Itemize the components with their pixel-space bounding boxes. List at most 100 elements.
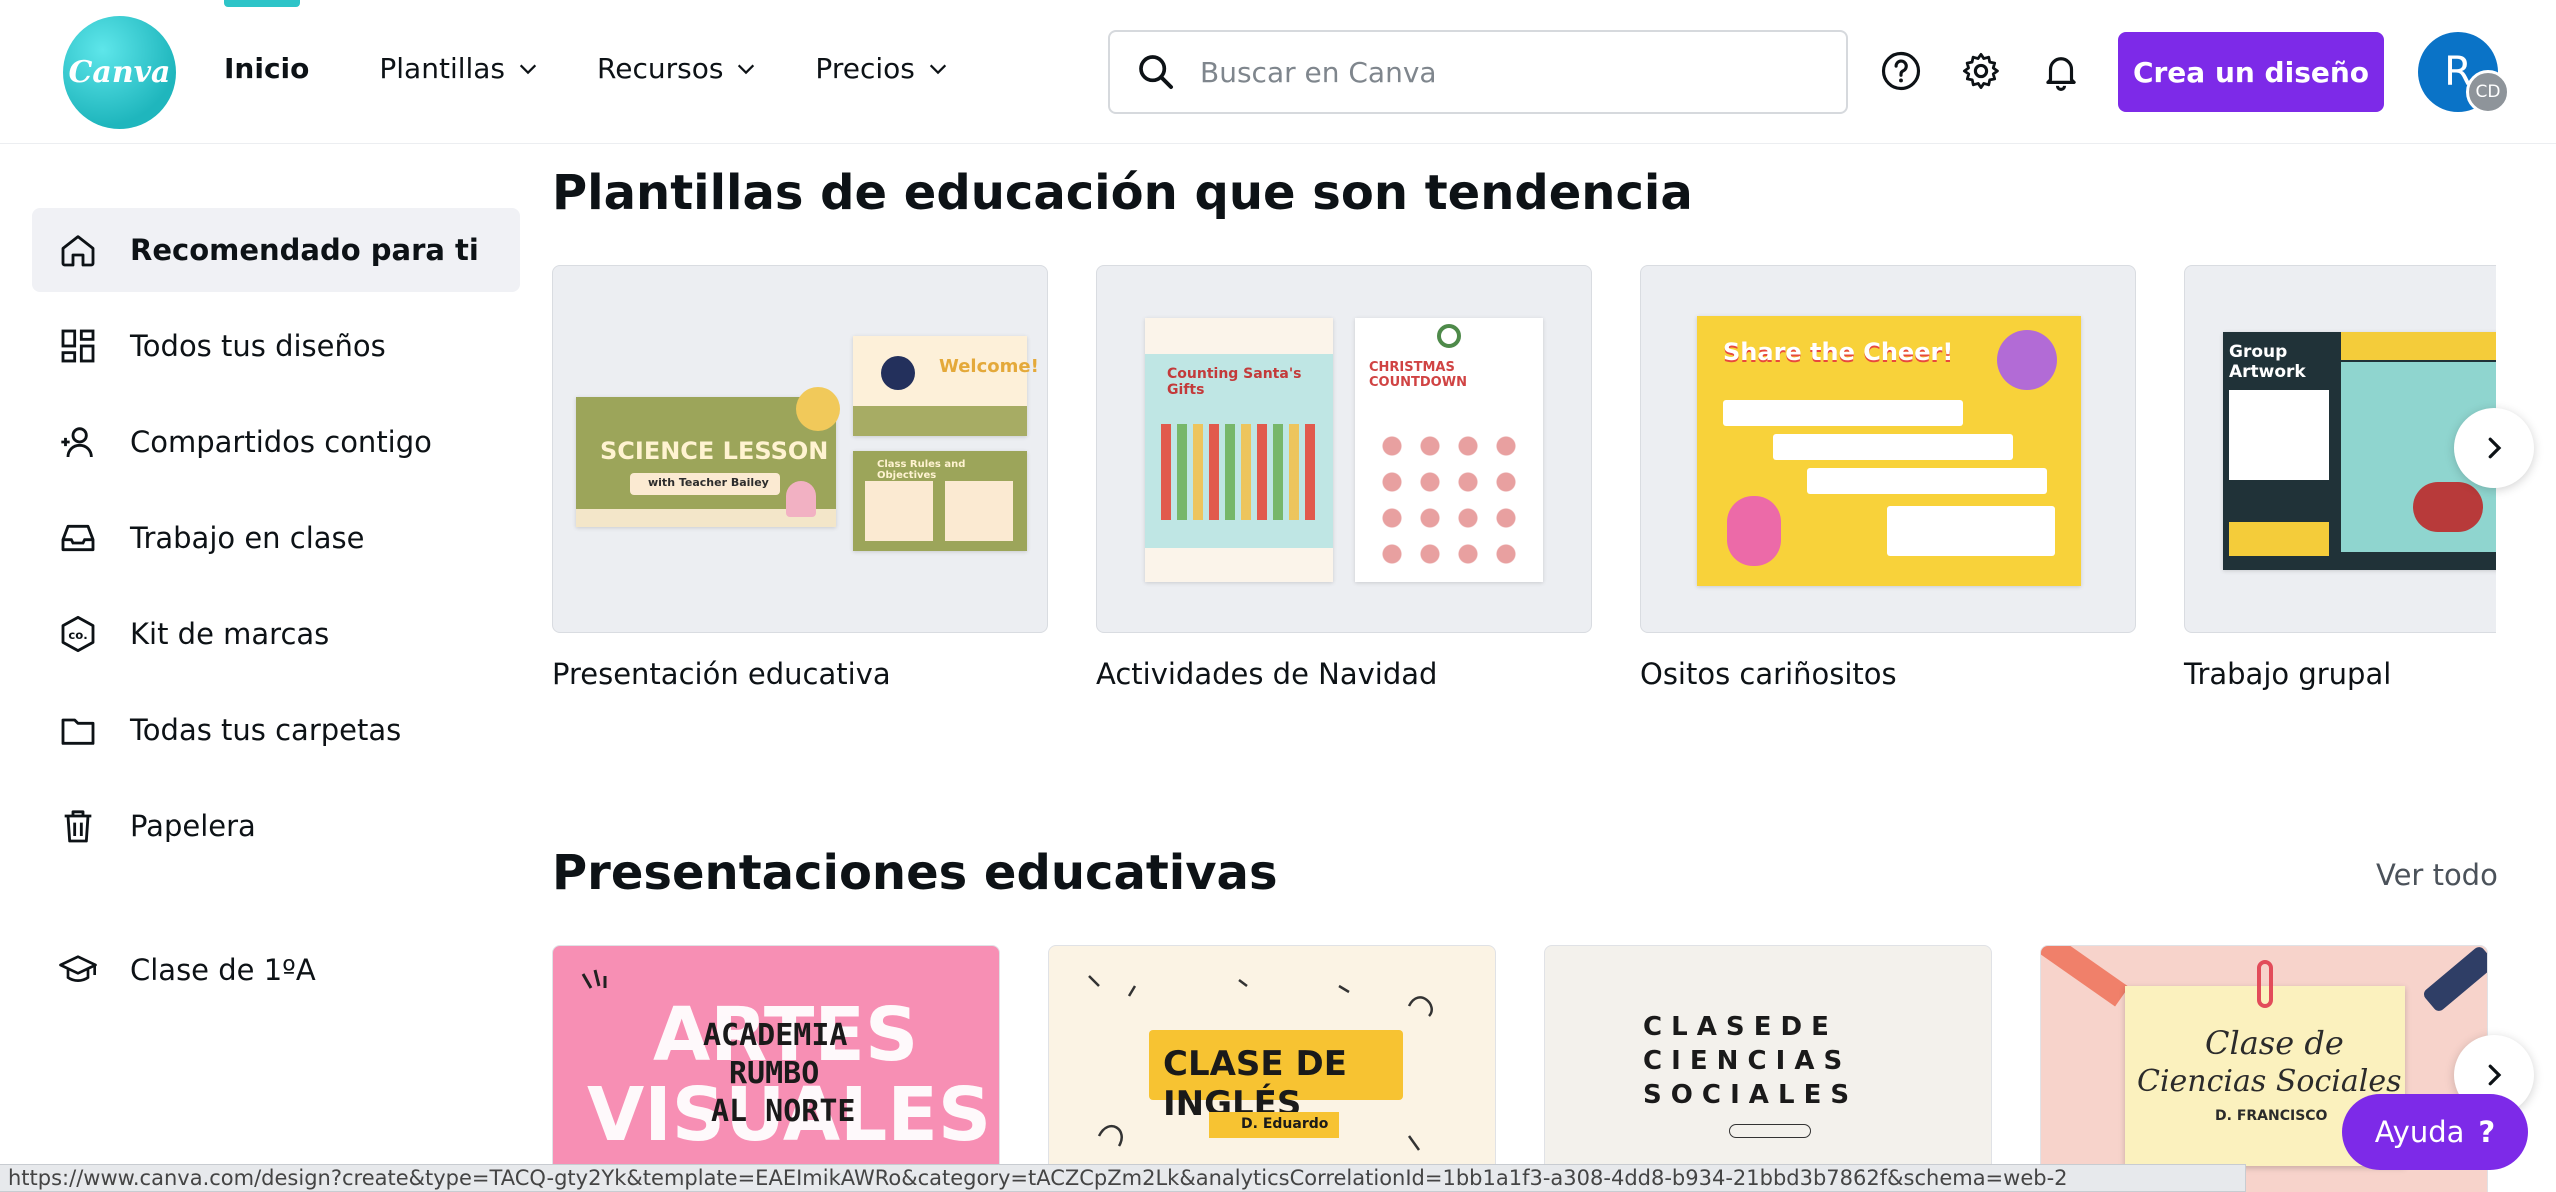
- christmas-countdown-sheet: CHRISTMAS COUNTDOWN: [1355, 318, 1543, 582]
- sidebar-item-shared[interactable]: Compartidos contigo: [32, 400, 520, 484]
- logo-text: Canva: [68, 55, 171, 90]
- counting-gifts-sheet: Counting Santa's Gifts: [1145, 318, 1333, 582]
- science-slide: SCIENCE LESSON with Teacher Bailey: [576, 387, 840, 527]
- sidebar-item-class[interactable]: Clase de 1ºA: [32, 928, 520, 1012]
- svg-text:co.: co.: [68, 628, 87, 642]
- shared-users-icon: [61, 427, 93, 458]
- decorative-strokes: [581, 969, 607, 989]
- template-thumbnail[interactable]: Share the Cheer!: [1640, 265, 2136, 633]
- status-bar-url: https://www.canva.com/design?create&type…: [0, 1164, 2246, 1192]
- art-overlay2: RUMBO: [729, 1056, 820, 1091]
- see-all-link[interactable]: Ver todo: [2376, 858, 2498, 892]
- help-icon[interactable]: [1878, 48, 1924, 94]
- sidebar-item-all-designs[interactable]: Todos tus diseños: [32, 304, 520, 388]
- art-sub: with Teacher Bailey: [648, 476, 769, 489]
- help-button-label: Ayuda: [2374, 1115, 2465, 1149]
- presentations-row: ARTES VISUALES ACADEMIA RUMBO AL NORTE C…: [552, 945, 2492, 1192]
- share-cheer-slide: Share the Cheer!: [1697, 316, 2081, 586]
- brand-kit-icon: co.: [61, 615, 95, 653]
- art-title: Counting Santa's Gifts: [1167, 366, 1302, 398]
- sidebar-item-label: Kit de marcas: [130, 617, 330, 651]
- home-icon: [61, 235, 95, 267]
- sidebar-item-label: Trabajo en clase: [130, 521, 365, 555]
- template-card-label: Trabajo grupal: [2184, 657, 2392, 691]
- template-card[interactable]: SCIENCE LESSON with Teacher Bailey Welco…: [552, 265, 1048, 691]
- template-card[interactable]: Counting Santa's Gifts CHRISTMAS COUNTDO…: [1096, 265, 1592, 691]
- trending-section-title: Plantillas de educación que son tendenci…: [552, 165, 1693, 221]
- art-title: Group Artwork: [2229, 342, 2306, 382]
- nav-home[interactable]: Inicio: [224, 52, 309, 85]
- chevron-right-icon: [2488, 437, 2502, 459]
- art-overlay1: ACADEMIA: [703, 1018, 848, 1053]
- nav-templates-label: Plantillas: [379, 52, 506, 85]
- search-input[interactable]: [1200, 55, 1820, 89]
- help-button[interactable]: Ayuda ?: [2342, 1094, 2528, 1170]
- team-avatar-badge[interactable]: CD: [2466, 70, 2510, 114]
- nav-home-label: Inicio: [224, 52, 310, 85]
- art-overlay3: AL NORTE: [711, 1094, 856, 1129]
- trending-cards-row: SCIENCE LESSON with Teacher Bailey Welco…: [552, 265, 2496, 715]
- top-navigation-bar: Canva Inicio Plantillas Recursos Precios…: [0, 0, 2556, 144]
- template-thumbnail[interactable]: Group Artwork: [2184, 265, 2496, 633]
- active-nav-indicator: [224, 0, 300, 7]
- sidebar-item-folders[interactable]: Todas tus carpetas: [32, 688, 520, 772]
- chevron-down-icon: [738, 64, 755, 74]
- chevron-right-icon: [2488, 1064, 2502, 1086]
- canva-logo[interactable]: Canva: [63, 16, 176, 129]
- presentation-card[interactable]: C L A S E D E C I E N C I A S S O C I A …: [1544, 945, 1992, 1192]
- presentations-section-title: Presentaciones educativas: [552, 845, 1278, 901]
- question-mark-icon: ?: [2478, 1115, 2496, 1149]
- nav-resources-label: Recursos: [597, 52, 724, 85]
- presentation-card[interactable]: ARTES VISUALES ACADEMIA RUMBO AL NORTE: [552, 945, 1000, 1192]
- art-title2: Ciencias Sociales: [2137, 1064, 2402, 1099]
- chevron-down-icon: [519, 64, 537, 74]
- template-thumbnail[interactable]: Counting Santa's Gifts CHRISTMAS COUNTDO…: [1096, 265, 1592, 633]
- sidebar-divider: [32, 880, 520, 928]
- graduation-cap-icon: [59, 955, 97, 982]
- template-card[interactable]: Group Artwork Trabajo grupal: [2184, 265, 2496, 691]
- sidebar-item-recommended[interactable]: Recomendado para ti: [32, 208, 520, 292]
- nav-templates[interactable]: Plantillas: [379, 52, 539, 85]
- sidebar-item-label: Compartidos contigo: [130, 425, 432, 459]
- art-title: Share the Cheer!: [1723, 338, 1954, 366]
- nav-pricing-label: Precios: [815, 52, 915, 85]
- gear-icon[interactable]: [1958, 48, 2004, 94]
- template-card[interactable]: Share the Cheer! Ositos cariñositos: [1640, 265, 2136, 691]
- sidebar-item-label: Clase de 1ºA: [130, 953, 316, 987]
- folder-icon: [61, 718, 95, 745]
- sidebar-item-label: Todos tus diseños: [130, 329, 386, 363]
- inbox-tray-icon: [61, 524, 95, 552]
- bell-icon[interactable]: [2038, 48, 2084, 94]
- sidebar-item-label: Papelera: [130, 809, 256, 843]
- template-thumbnail[interactable]: SCIENCE LESSON with Teacher Bailey Welco…: [552, 265, 1048, 633]
- carousel-next-button[interactable]: [2454, 408, 2534, 488]
- nav-pricing[interactable]: Precios: [815, 52, 948, 85]
- sidebar: Recomendado para ti Todos tus diseños Co…: [32, 208, 520, 1024]
- art-rules: Class Rules and Objectives: [877, 459, 966, 481]
- art-title1: Clase de: [2205, 1024, 2344, 1062]
- art-welcome: Welcome!: [939, 356, 1039, 377]
- template-card-label: Presentación educativa: [552, 657, 891, 691]
- decorative-doodles: [1088, 975, 1433, 1151]
- sidebar-item-trash[interactable]: Papelera: [32, 784, 520, 868]
- art-title-2: CHRISTMAS COUNTDOWN: [1369, 360, 1467, 390]
- art-teacher: D. FRANCISCO: [2215, 1108, 2328, 1124]
- rules-slide: Class Rules and Objectives: [853, 451, 1027, 551]
- sidebar-item-brand-kit[interactable]: co. Kit de marcas: [32, 592, 520, 676]
- template-card-label: Actividades de Navidad: [1096, 657, 1438, 691]
- chevron-down-icon: [929, 64, 946, 74]
- template-card-label: Ositos cariñositos: [1640, 657, 1897, 691]
- sidebar-item-classwork[interactable]: Trabajo en clase: [32, 496, 520, 580]
- sidebar-item-label: Recomendado para ti: [130, 233, 479, 267]
- presentation-card[interactable]: CLASE DE INGLÉS D. Eduardo: [1048, 945, 1496, 1192]
- art-title1: C L A S E D E: [1643, 1012, 1829, 1042]
- sidebar-item-label: Todas tus carpetas: [130, 713, 402, 747]
- art-title3: S O C I A L E S: [1643, 1080, 1850, 1110]
- art-title: SCIENCE LESSON: [600, 437, 829, 465]
- welcome-slide: Welcome!: [853, 336, 1039, 436]
- create-design-button[interactable]: Crea un diseño: [2118, 32, 2384, 112]
- nav-resources[interactable]: Recursos: [597, 52, 757, 85]
- grid-icon: [61, 329, 95, 363]
- search-bar[interactable]: [1108, 30, 1848, 114]
- art-title2: C I E N C I A S: [1643, 1046, 1843, 1076]
